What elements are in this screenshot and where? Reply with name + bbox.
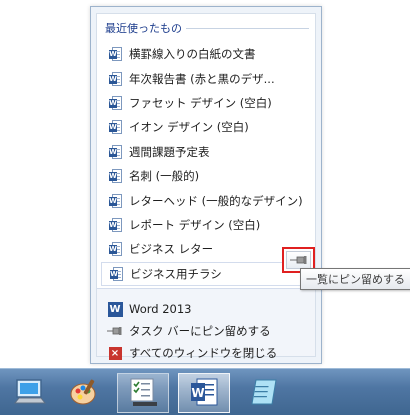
task-label: タスク バーにピン留めする (129, 324, 271, 338)
jump-list-panel: 最近使ったもの W 横罫線入りの白紙の文書 W 年次報告書 (赤と黒のデザ...… (96, 13, 316, 360)
recent-item-label: ファセット デザイン (空白) (129, 95, 272, 110)
taskbar-button-word[interactable]: W (178, 373, 230, 413)
recent-item-label: レターヘッド (一般的なデザイン) (129, 193, 303, 208)
word-document-icon: W (110, 266, 123, 281)
recent-item-label: ビジネス レター (129, 242, 214, 257)
pushpin-icon (107, 323, 123, 339)
recent-item-label: イオン デザイン (空白) (129, 120, 249, 135)
svg-text:W: W (191, 386, 204, 400)
recent-item-label: ビジネス用チラシ (130, 266, 222, 281)
tasks-section: W Word 2013 タスク バーにピン留めする × すべてのウィンドウを閉じ… (97, 288, 315, 360)
recent-item[interactable]: W レポート デザイン (空白) (101, 213, 313, 237)
open-word-task[interactable]: W Word 2013 (107, 299, 191, 319)
task-label: すべてのウィンドウを閉じる (129, 346, 278, 360)
recent-section-title: 最近使ったもの (105, 22, 182, 35)
taskbar-button-computer[interactable] (4, 373, 56, 413)
computer-icon (13, 377, 47, 410)
taskbar-button-task-list[interactable] (117, 373, 169, 413)
jump-list-menu: 最近使ったもの W 横罫線入りの白紙の文書 W 年次報告書 (赤と黒のデザ...… (90, 6, 322, 364)
recent-item-label: 週間課題予定表 (129, 144, 210, 159)
word-document-icon: W (109, 242, 122, 257)
recent-item[interactable]: W レターヘッド (一般的なデザイン) (101, 188, 313, 212)
recent-item[interactable]: W 名刺 (一般的) (101, 164, 313, 188)
recent-item-label: レポート デザイン (空白) (129, 217, 261, 232)
recent-section-header: 最近使ったもの (105, 20, 309, 36)
word-document-icon: W (109, 144, 122, 159)
section-divider (186, 27, 309, 29)
pin-to-taskbar-task[interactable]: タスク バーにピン留めする (107, 321, 271, 341)
taskbar-button-notepad[interactable] (238, 373, 290, 413)
close-all-windows-task[interactable]: × すべてのウィンドウを閉じる (107, 343, 277, 363)
word-document-icon: W (109, 120, 122, 135)
recent-item-label: 横罫線入りの白紙の文書 (129, 47, 256, 62)
word-document-icon: W (109, 217, 122, 232)
recent-item[interactable]: W 週間課題予定表 (101, 140, 313, 164)
pin-tooltip: 一覧にピン留めする (300, 268, 410, 290)
word-document-icon: W (109, 193, 122, 208)
pin-button-face (286, 251, 311, 269)
taskbar: W (0, 368, 410, 415)
recent-item[interactable]: W イオン デザイン (空白) (101, 115, 313, 139)
word-document-icon: W (109, 169, 122, 184)
close-icon: × (107, 345, 123, 361)
word-app-icon: W (107, 301, 123, 317)
taskbar-button-paint[interactable] (58, 373, 110, 413)
recent-item[interactable]: W ファセット デザイン (空白) (101, 91, 313, 115)
task-list-app-icon (127, 377, 159, 410)
word-document-icon: W (109, 47, 122, 62)
recent-item-label: 名刺 (一般的) (129, 169, 200, 184)
pushpin-icon (289, 256, 308, 264)
recent-item[interactable]: W 年次報告書 (赤と黒のデザ... (101, 66, 313, 90)
word-app-icon: W (188, 377, 220, 410)
recent-item[interactable]: W 横罫線入りの白紙の文書 (101, 42, 313, 66)
notepad-icon (248, 377, 280, 410)
paint-app-icon (68, 376, 100, 411)
word-document-icon: W (109, 71, 122, 86)
word-document-icon: W (109, 95, 122, 110)
task-label: Word 2013 (129, 302, 192, 316)
recent-item-label: 年次報告書 (赤と黒のデザ... (129, 71, 275, 86)
